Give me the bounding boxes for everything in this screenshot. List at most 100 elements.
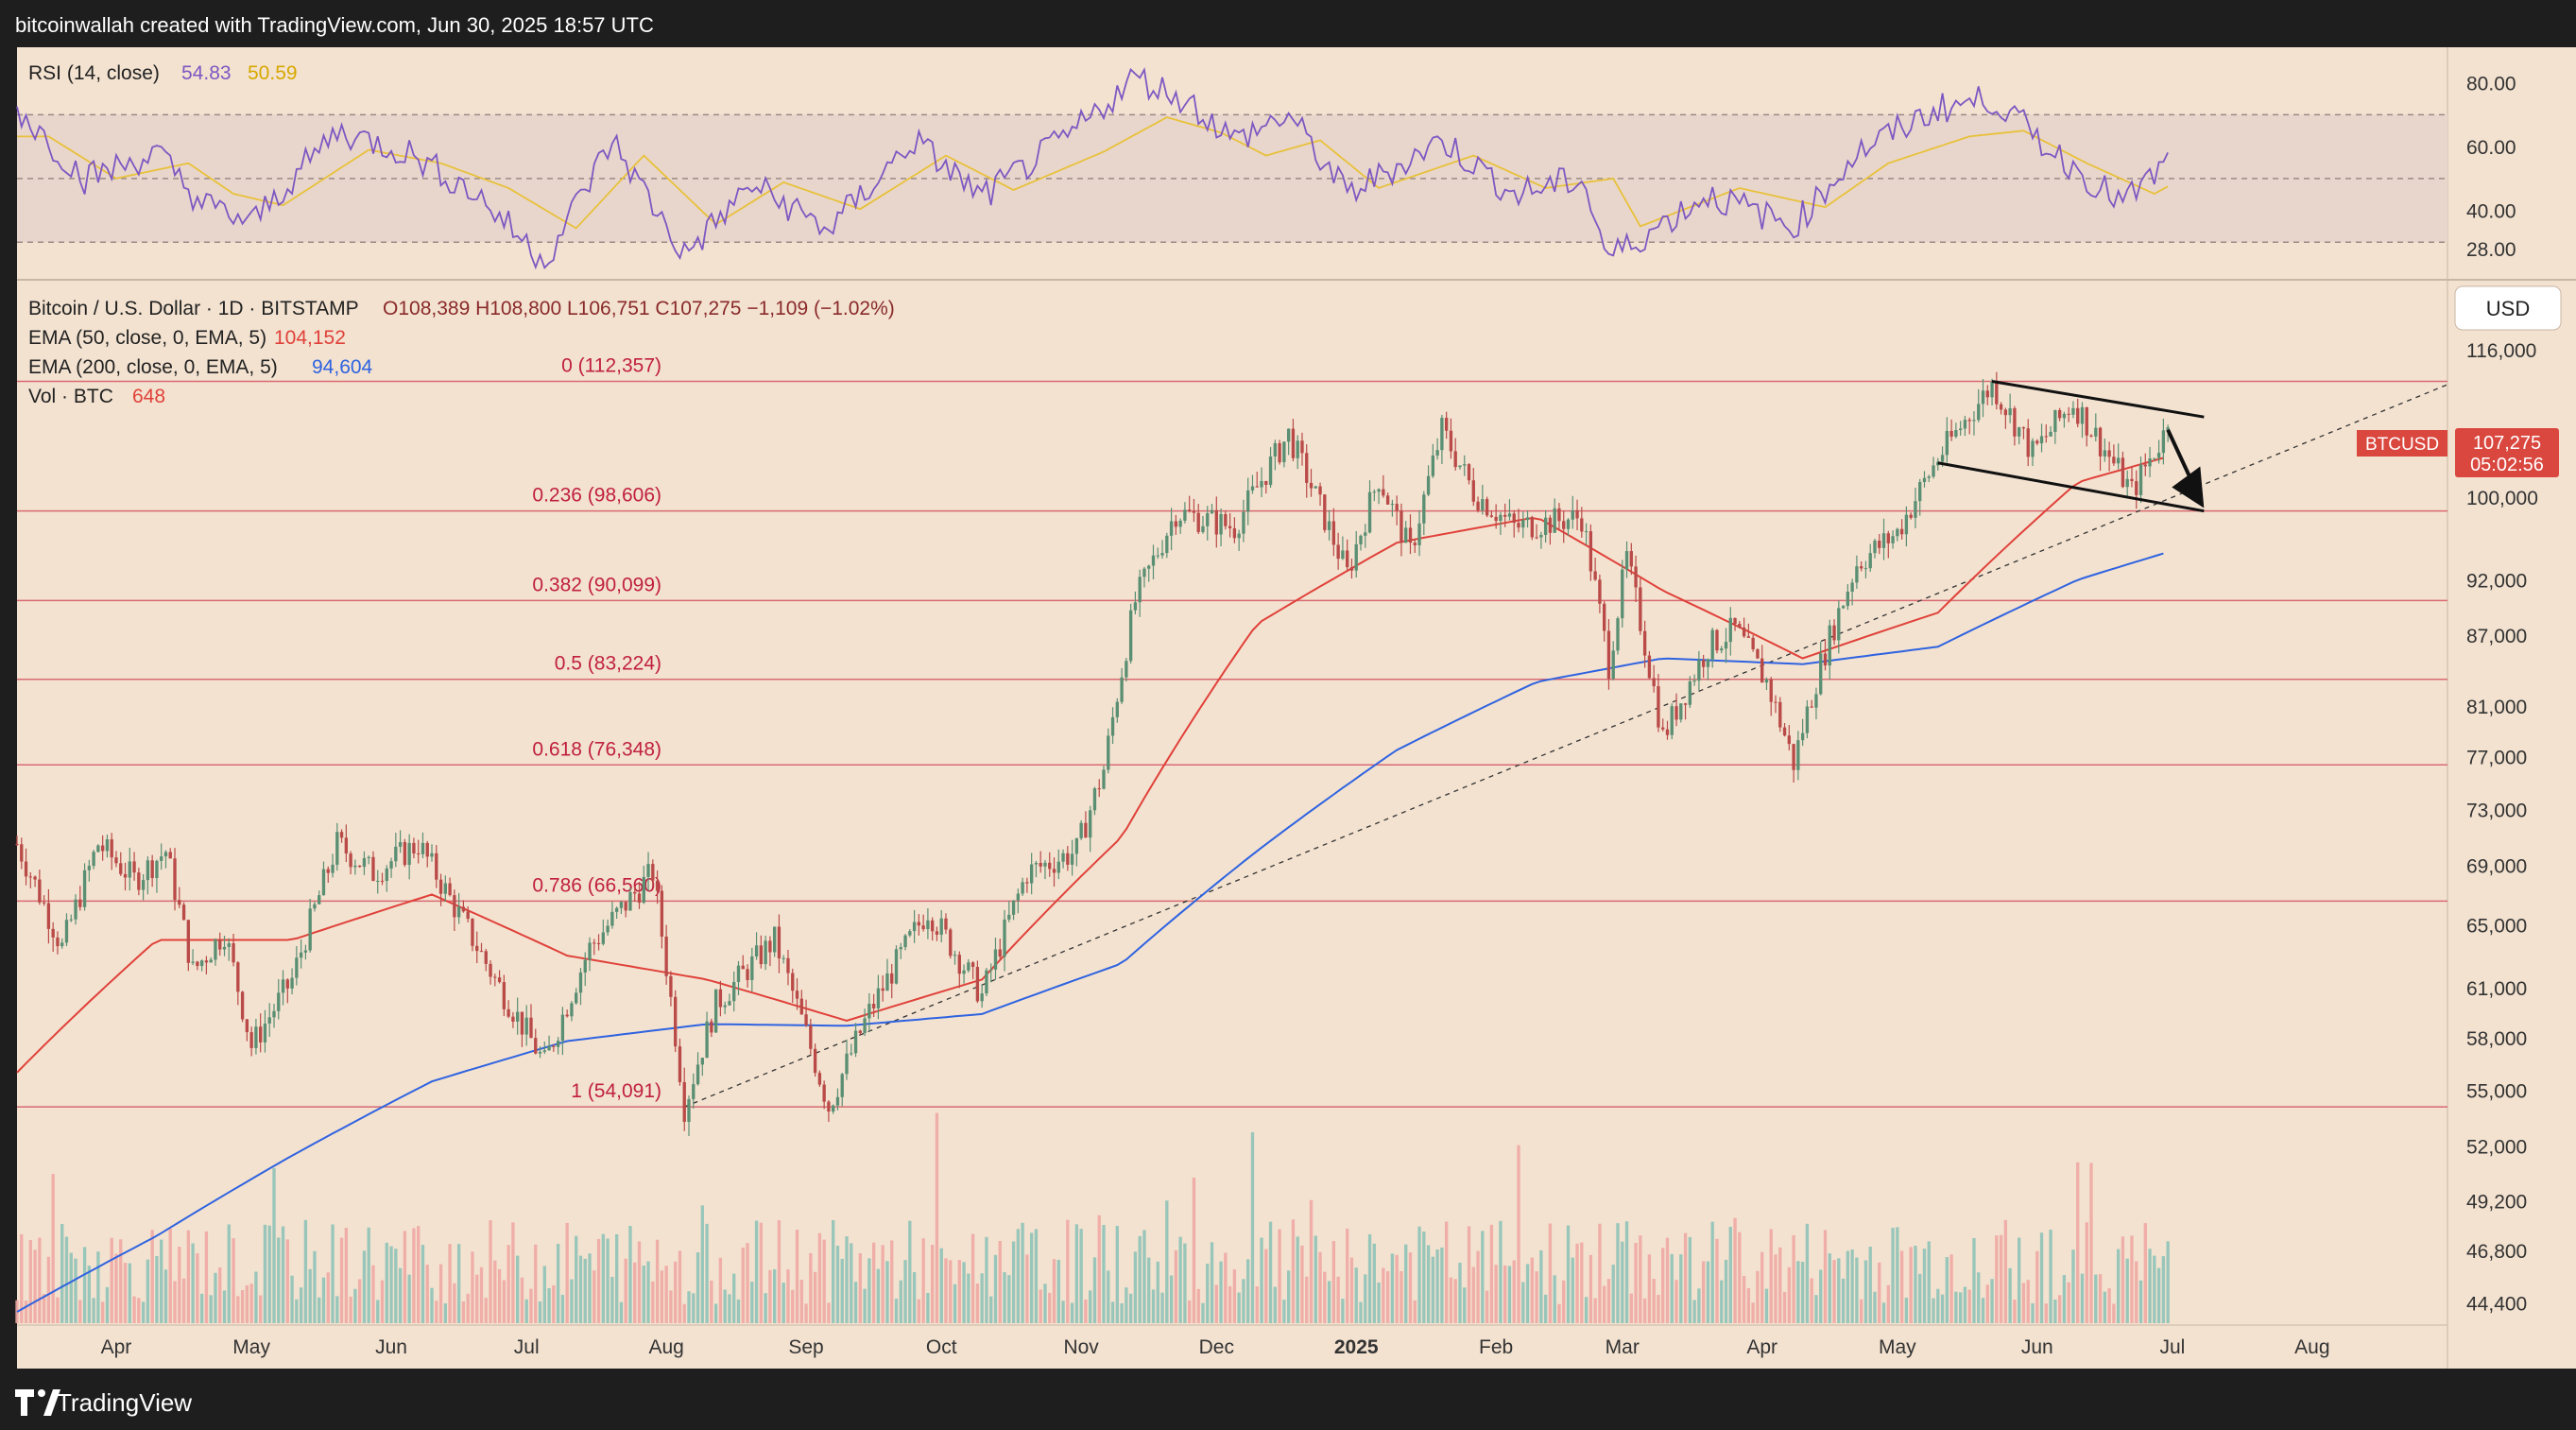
volume-bar bbox=[967, 1273, 970, 1323]
volume-bar bbox=[33, 1249, 37, 1323]
volume-bar bbox=[493, 1260, 497, 1323]
volume-bar bbox=[96, 1251, 100, 1323]
candle-body bbox=[1769, 680, 1773, 702]
candle-body bbox=[1593, 571, 1597, 580]
candle-body bbox=[438, 879, 443, 894]
volume-bar bbox=[281, 1226, 285, 1323]
candle-body bbox=[64, 920, 69, 943]
volume-bar bbox=[1990, 1279, 1994, 1323]
candle-body bbox=[466, 911, 470, 920]
volume-bar bbox=[1440, 1247, 1444, 1323]
candle-body bbox=[69, 919, 73, 921]
candle-body bbox=[2130, 478, 2134, 482]
price-tick-2: 92,000 bbox=[2466, 570, 2527, 592]
candle-body bbox=[1404, 527, 1408, 543]
volume-bar bbox=[1007, 1275, 1011, 1323]
candle-body bbox=[1133, 602, 1138, 611]
volume-bar bbox=[430, 1287, 434, 1323]
candle-body bbox=[2153, 457, 2156, 459]
candle-body bbox=[1273, 442, 1278, 457]
volume-bar bbox=[1246, 1259, 1250, 1323]
volume-bar bbox=[435, 1301, 438, 1323]
volume-bar bbox=[1021, 1222, 1024, 1323]
volume-bar bbox=[146, 1259, 150, 1323]
symbol-tag-text: BTCUSD bbox=[2365, 435, 2439, 455]
volume-bar bbox=[1967, 1289, 1971, 1323]
candle-body bbox=[430, 853, 434, 857]
candle-body bbox=[100, 845, 105, 852]
volume-bar bbox=[1674, 1280, 1678, 1323]
candle-body bbox=[975, 967, 980, 1002]
candle-body bbox=[511, 1016, 515, 1022]
candle-body bbox=[646, 864, 650, 877]
volume-bar bbox=[1800, 1262, 1805, 1323]
volume-bar bbox=[1367, 1233, 1372, 1323]
volume-bar bbox=[1382, 1267, 1385, 1323]
volume-bar bbox=[1372, 1243, 1376, 1323]
candle-body bbox=[614, 907, 619, 912]
candle-body bbox=[295, 957, 299, 978]
last-price: 107,275 bbox=[2473, 433, 2541, 454]
volume-bar bbox=[1611, 1265, 1615, 1323]
candle-body bbox=[850, 1053, 853, 1055]
candle-body bbox=[1341, 550, 1345, 560]
volume-bar bbox=[1841, 1278, 1846, 1323]
volume-bar bbox=[150, 1230, 154, 1323]
time-tick-7: Nov bbox=[1063, 1336, 1099, 1358]
volume-bar bbox=[871, 1242, 876, 1323]
candle-body bbox=[28, 876, 32, 878]
candle-body bbox=[1657, 686, 1660, 728]
currency-button[interactable]: USD bbox=[2454, 285, 2562, 331]
candle-body bbox=[885, 973, 889, 991]
volume-bar bbox=[1485, 1290, 1489, 1323]
candle-body bbox=[791, 973, 795, 991]
volume-bar bbox=[1507, 1266, 1512, 1323]
volume-bar bbox=[746, 1243, 749, 1323]
volume-bar bbox=[619, 1301, 624, 1323]
volume-bar bbox=[1174, 1249, 1178, 1323]
volume-bar bbox=[2062, 1274, 2067, 1323]
volume-bar bbox=[1089, 1290, 1092, 1323]
candle-body bbox=[588, 942, 592, 960]
candle-body bbox=[845, 1053, 849, 1075]
candle-body bbox=[1940, 455, 1945, 462]
volume-bar bbox=[191, 1243, 195, 1323]
volume-bar bbox=[178, 1247, 181, 1323]
volume-bar bbox=[705, 1223, 709, 1323]
volume-bar bbox=[1701, 1261, 1706, 1323]
candle-body bbox=[1309, 482, 1314, 489]
candle-body bbox=[357, 865, 362, 868]
candle-body bbox=[1792, 744, 1795, 770]
candle-body bbox=[2080, 406, 2085, 424]
volume-bar bbox=[1922, 1249, 1927, 1323]
candle-body bbox=[1589, 531, 1593, 572]
candle-body bbox=[835, 1096, 840, 1106]
volume-bar bbox=[768, 1269, 772, 1323]
currency-button-label[interactable]: USD bbox=[2486, 297, 2530, 320]
tradingview-logo-icon bbox=[15, 1389, 60, 1416]
candle-body bbox=[1025, 882, 1029, 884]
candle-body bbox=[2071, 407, 2075, 415]
volume-bar bbox=[1688, 1236, 1692, 1323]
candle-body bbox=[1260, 480, 1263, 488]
candle-body bbox=[556, 1041, 560, 1047]
volume-bar bbox=[1557, 1303, 1561, 1323]
trading-chart[interactable]: bitcoinwallah created with TradingView.c… bbox=[0, 0, 2576, 1430]
volume-bar bbox=[1679, 1254, 1683, 1323]
candle-body bbox=[547, 1045, 551, 1051]
volume-bar bbox=[128, 1263, 131, 1323]
candle-body bbox=[732, 981, 736, 1002]
volume-bar bbox=[754, 1220, 759, 1323]
candle-body bbox=[1367, 491, 1372, 533]
volume-bar bbox=[2018, 1237, 2021, 1323]
candle-body bbox=[1990, 381, 1994, 398]
candle-body bbox=[186, 920, 190, 963]
volume-bar bbox=[1715, 1238, 1719, 1323]
volume-bar bbox=[1904, 1298, 1909, 1323]
candle-body bbox=[570, 1003, 574, 1017]
price-tick-13: 49,200 bbox=[2466, 1192, 2527, 1214]
candle-body bbox=[78, 899, 82, 907]
candle-body bbox=[1525, 517, 1530, 521]
candle-body bbox=[1174, 521, 1178, 527]
volume-bar bbox=[1458, 1263, 1462, 1323]
